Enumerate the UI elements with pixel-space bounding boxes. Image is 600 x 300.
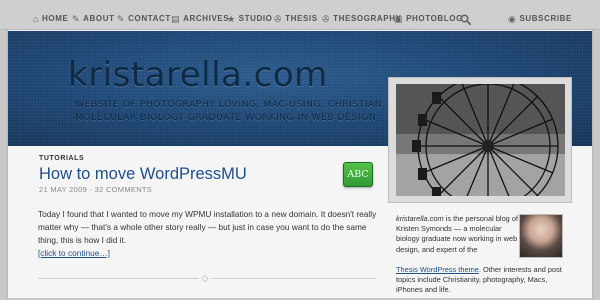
nav-label-thesis: THESIS	[285, 14, 318, 23]
sidebar-bio: kristarella.com is the personal blog of …	[396, 214, 518, 255]
pencil-icon: ✎	[117, 13, 126, 24]
divider-ornament-icon: ◇	[199, 273, 211, 283]
nav-item-subscribe[interactable]: ◉ SUBSCRIBE	[508, 12, 572, 26]
top-nav: ⌂ HOME ✎ ABOUT ✎ CONTACT ▤ ARCHIVES ★ ST…	[0, 0, 600, 30]
nav-label-photoblog: PHOTOBLOG	[406, 14, 463, 23]
nav-item-thesis[interactable]: ✇ THESIS	[274, 12, 318, 26]
site-tagline: WEBSITE OF PHOTOGRAPHY LOVING, MAC-USING…	[75, 99, 383, 123]
rss-icon: ◉	[508, 13, 517, 24]
continue-reading-link[interactable]: [click to continue…]	[38, 248, 110, 258]
nav-label-archives: ARCHIVES	[183, 14, 230, 23]
nav-label-thesography: THESOGRAPHY	[333, 14, 402, 23]
camera-icon: ▣	[394, 13, 404, 24]
star-icon: ★	[227, 13, 236, 24]
post-meta: 21 MAY 2009 · 32 COMMENTS	[39, 185, 153, 194]
abc-badge-label: ABC	[347, 169, 369, 180]
sidebar-bio-continued: Thesis WordPress theme. Other interests …	[396, 265, 571, 296]
search-button[interactable]	[460, 12, 471, 26]
ferris-wheel-photo	[396, 84, 565, 196]
nav-item-contact[interactable]: ✎ CONTACT	[117, 12, 171, 26]
nav-label-subscribe: SUBSCRIBE	[519, 14, 572, 23]
post-title[interactable]: How to move WordPressMU	[39, 165, 247, 184]
ferris-wheel-image	[396, 84, 565, 196]
bio-site-name: kristarella.com	[396, 214, 444, 223]
home-icon: ⌂	[33, 13, 40, 24]
nav-label-home: HOME	[42, 14, 69, 23]
nav-item-studio[interactable]: ★ STUDIO	[227, 12, 273, 26]
nav-label-studio: STUDIO	[238, 14, 273, 23]
nav-item-home[interactable]: ⌂ HOME	[33, 12, 68, 26]
thesis-theme-link[interactable]: Thesis WordPress theme	[396, 265, 479, 274]
wrench-icon: ✇	[274, 13, 283, 24]
nav-item-photoblog[interactable]: ▣ PHOTOBLOG	[394, 12, 463, 26]
tag-icon: ✎	[72, 13, 81, 24]
avatar	[519, 214, 563, 258]
post-excerpt: Today I found that I wanted to move my W…	[38, 209, 377, 245]
nav-label-contact: CONTACT	[128, 14, 171, 23]
nav-item-about[interactable]: ✎ ABOUT	[72, 12, 115, 26]
post-category[interactable]: TUTORIALS	[39, 155, 84, 162]
nav-label-about: ABOUT	[83, 14, 115, 23]
wrench-icon: ✇	[322, 13, 331, 24]
site-title[interactable]: kristarella.com	[68, 55, 328, 95]
search-icon	[460, 13, 471, 25]
nav-item-archives[interactable]: ▤ ARCHIVES	[171, 12, 229, 26]
document-icon: ▤	[171, 13, 181, 24]
abc-badge: ABC	[343, 162, 373, 187]
nav-item-thesography[interactable]: ✇ THESOGRAPHY	[322, 12, 402, 26]
